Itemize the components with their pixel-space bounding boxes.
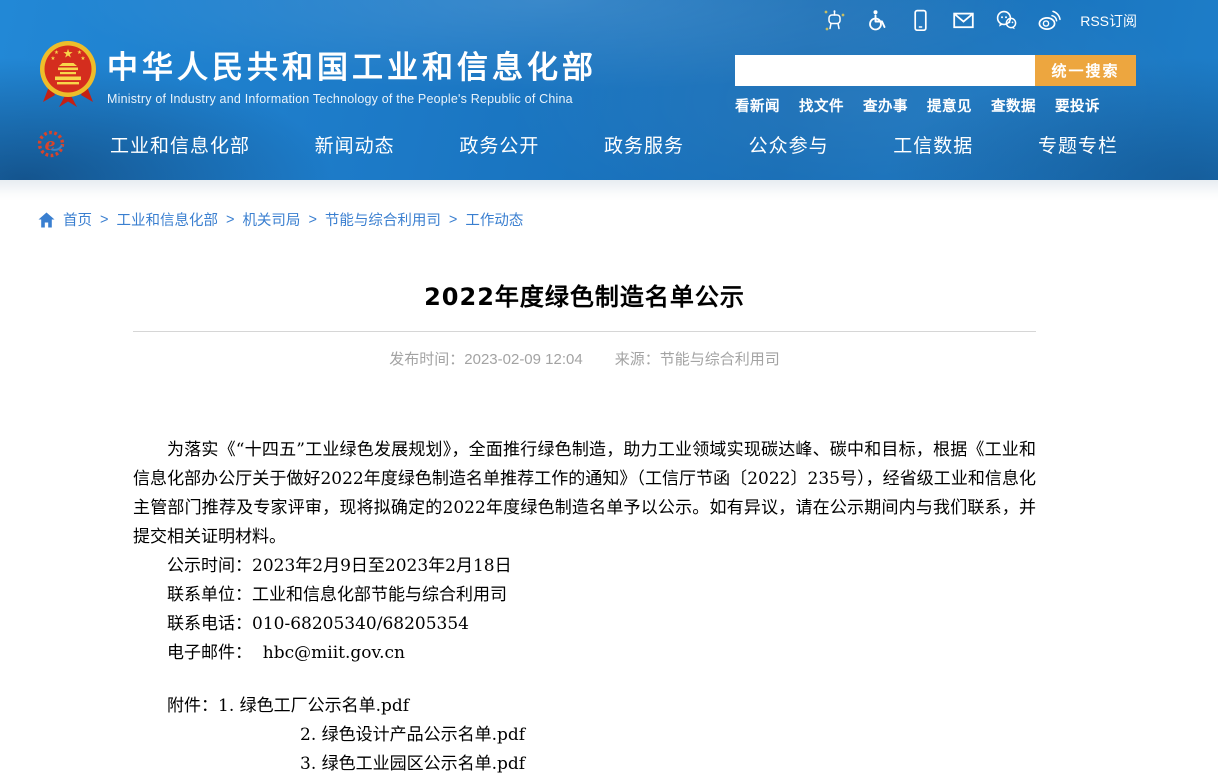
nav-item-miit-data[interactable]: 工信数据	[893, 131, 973, 158]
contact-unit: 联系单位：工业和信息化部节能与综合利用司	[133, 581, 1036, 610]
site-header: RSS订阅 ★ ★ ★ ★ ★	[0, 0, 1218, 180]
breadcrumb-energy-conservation-dept[interactable]: 节能与综合利用司	[325, 209, 441, 230]
quick-link-documents[interactable]: 找文件	[799, 95, 844, 116]
publish-time: 2023-02-09 12:04	[464, 351, 582, 368]
source-label: 来源：	[615, 351, 660, 368]
weibo-icon[interactable]	[1037, 8, 1062, 33]
breadcrumb-departments[interactable]: 机关司局	[242, 209, 300, 230]
source: 节能与综合利用司	[660, 351, 780, 368]
nav-item-gov-services[interactable]: 政务服务	[604, 131, 684, 158]
article-meta: 发布时间：2023-02-09 12:04 来源：节能与综合利用司	[133, 349, 1036, 370]
nav-item-public-participation[interactable]: 公众参与	[749, 131, 829, 158]
article-body: 为落实《“十四五”工业绿色发展规划》，全面推行绿色制造，助力工业领域实现碳达峰、…	[133, 436, 1036, 781]
quick-link-services[interactable]: 查办事	[863, 95, 908, 116]
article: 2022年度绿色制造名单公示 发布时间：2023-02-09 12:04 来源：节…	[133, 281, 1036, 781]
brand-text: 中华人民共和国工业和信息化部 Ministry of Industry and …	[107, 42, 597, 106]
breadcrumb-miit[interactable]: 工业和信息化部	[116, 209, 218, 230]
contact-email: 电子邮件： hbc@miit.gov.cn	[133, 639, 1036, 668]
site-subtitle: Ministry of Industry and Information Tec…	[107, 92, 597, 106]
title-divider	[133, 331, 1036, 332]
site-title: 中华人民共和国工业和信息化部	[107, 42, 597, 87]
quick-link-complaints[interactable]: 要投诉	[1055, 95, 1100, 116]
search-input[interactable]	[735, 55, 1035, 86]
attachments-label: 附件：	[167, 696, 218, 716]
page: RSS订阅 ★ ★ ★ ★ ★	[0, 0, 1218, 781]
main-nav: e 工业和信息化部 新闻动态 政务公开 政务服务 公众参与 工信数据 专题专栏	[0, 115, 1218, 173]
quick-link-data[interactable]: 查数据	[991, 95, 1036, 116]
mail-icon[interactable]	[951, 8, 976, 33]
article-paragraph: 为落实《“十四五”工业绿色发展规划》，全面推行绿色制造，助力工业领域实现碳达峰、…	[133, 436, 1036, 552]
article-title: 2022年度绿色制造名单公示	[133, 281, 1036, 313]
svg-text:★: ★	[51, 56, 56, 62]
search-box: 统一搜索	[735, 55, 1136, 86]
attachment-row: 附件：1. 绿色工厂公示名单.pdf	[133, 692, 1036, 721]
attachment-link-green-design-products[interactable]: 2. 绿色设计产品公示名单.pdf	[300, 725, 525, 745]
attachment-row: 3. 绿色工业园区公示名单.pdf	[133, 750, 1036, 779]
breadcrumb-home[interactable]: 首页	[63, 209, 92, 230]
breadcrumb: 首页 > 工业和信息化部 > 机关司局 > 节能与综合利用司 > 工作动态	[0, 201, 1218, 239]
quick-link-news[interactable]: 看新闻	[735, 95, 780, 116]
search-button[interactable]: 统一搜索	[1035, 55, 1136, 86]
miit-e-logo-icon[interactable]: e	[36, 129, 66, 159]
nav-item-news[interactable]: 新闻动态	[315, 131, 395, 158]
attachments: 附件：1. 绿色工厂公示名单.pdf 2. 绿色设计产品公示名单.pdf 3. …	[133, 692, 1036, 781]
search-area: 统一搜索 看新闻 找文件 查办事 提意见 查数据 要投诉	[735, 55, 1136, 116]
breadcrumb-separator: >	[308, 212, 316, 228]
nav-item-special-topics[interactable]: 专题专栏	[1038, 131, 1118, 158]
breadcrumb-separator: >	[449, 212, 457, 228]
quick-links: 看新闻 找文件 查办事 提意见 查数据 要投诉	[735, 95, 1136, 116]
utility-bar: RSS订阅	[822, 8, 1137, 33]
attachment-link-green-industrial-parks[interactable]: 3. 绿色工业园区公示名单.pdf	[300, 754, 525, 774]
breadcrumb-separator: >	[100, 212, 108, 228]
robot-assistant-icon[interactable]	[822, 8, 847, 33]
breadcrumb-separator: >	[226, 212, 234, 228]
breadcrumb-work-trends[interactable]: 工作动态	[465, 209, 523, 230]
svg-text:★: ★	[81, 56, 86, 62]
attachment-row: 2. 绿色设计产品公示名单.pdf	[133, 721, 1036, 750]
svg-text:e: e	[45, 135, 56, 155]
mobile-icon[interactable]	[908, 8, 933, 33]
nav-items: 工业和信息化部 新闻动态 政务公开 政务服务 公众参与 工信数据 专题专栏	[110, 115, 1118, 173]
nav-item-miit[interactable]: 工业和信息化部	[110, 131, 250, 158]
wechat-icon[interactable]	[994, 8, 1019, 33]
nav-item-gov-disclosure[interactable]: 政务公开	[459, 131, 539, 158]
header-shadow	[0, 180, 1218, 201]
attachment-link-green-factory[interactable]: 1. 绿色工厂公示名单.pdf	[218, 696, 409, 716]
svg-text:★: ★	[63, 47, 74, 61]
public-notice-period: 公示时间：2023年2月9日至2023年2月18日	[133, 552, 1036, 581]
quick-link-suggestions[interactable]: 提意见	[927, 95, 972, 116]
contact-phone: 联系电话：010-68205340/68205354	[133, 610, 1036, 639]
rss-link[interactable]: RSS订阅	[1080, 11, 1137, 31]
site-brand[interactable]: ★ ★ ★ ★ ★ 中华人民共和国工业和信息化部 Ministry of Ind…	[38, 40, 597, 108]
national-emblem-logo: ★ ★ ★ ★ ★	[38, 40, 98, 108]
home-icon[interactable]	[38, 212, 55, 228]
accessibility-icon[interactable]	[865, 8, 890, 33]
publish-time-label: 发布时间：	[389, 351, 464, 368]
